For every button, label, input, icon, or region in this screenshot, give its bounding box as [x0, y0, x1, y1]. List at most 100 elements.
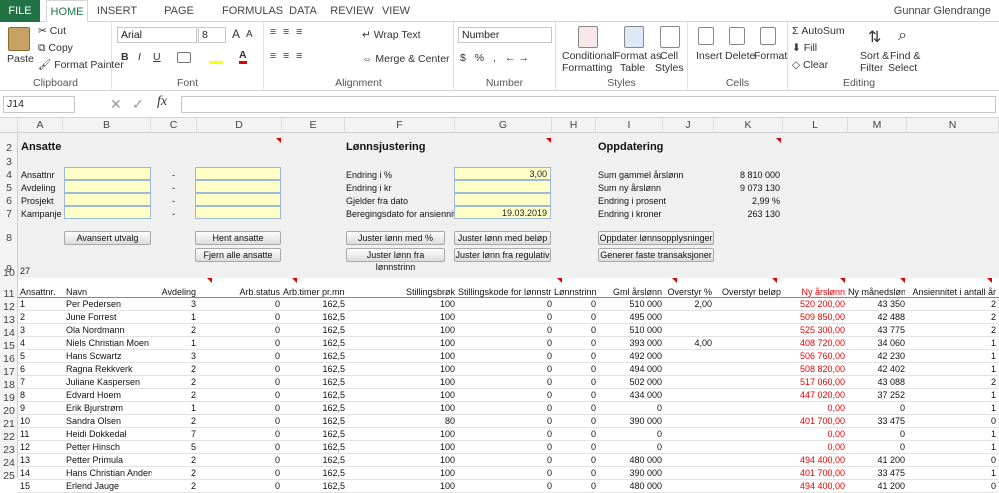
table-cell[interactable]: 2	[153, 364, 196, 374]
table-cell[interactable]: 162,5	[283, 390, 345, 400]
adjust-amount-button[interactable]: Juster lønn med beløp	[454, 231, 551, 245]
font-color-icon[interactable]: A	[239, 50, 247, 64]
sort-filter-button[interactable]: Sort &	[860, 50, 889, 62]
table-cell[interactable]: 447 020,00	[783, 390, 845, 400]
table-cell[interactable]: 506 760,00	[783, 351, 845, 361]
align-left-icons[interactable]: ≡ ≡ ≡	[270, 50, 304, 62]
table-cell[interactable]: 1	[153, 338, 196, 348]
kampanje-to-input[interactable]	[195, 206, 281, 219]
table-row[interactable]: 4 Niels Christian Moen 1 0 162,5 100 0 0 393 000…	[18, 337, 999, 350]
table-cell[interactable]: Erik Bjurstrøm	[66, 403, 152, 413]
column-header[interactable]: Ansiennitet i antall år	[908, 287, 996, 297]
col-header-c[interactable]: C	[151, 118, 197, 133]
table-cell[interactable]: 0	[198, 338, 280, 348]
table-cell[interactable]: 14	[20, 468, 62, 478]
table-cell[interactable]: 0	[554, 299, 596, 309]
table-cell[interactable]: 4	[20, 338, 62, 348]
insert-cells-icon[interactable]	[698, 27, 714, 45]
delete-cells-icon[interactable]	[729, 27, 745, 45]
table-cell[interactable]: 502 000	[598, 377, 662, 387]
column-header[interactable]: Arb.timer pr.mnd	[283, 287, 345, 297]
table-cell[interactable]: 0	[908, 455, 996, 465]
binoculars-icon[interactable]: ⌕	[898, 27, 907, 45]
clear-button[interactable]: ◇ Clear	[792, 59, 828, 71]
table-cell[interactable]: 434 000	[598, 390, 662, 400]
table-cell[interactable]: Heidi Dokkedal	[66, 429, 152, 439]
table-cell[interactable]: 2	[908, 299, 996, 309]
table-cell[interactable]: 1	[153, 312, 196, 322]
merge-center-button[interactable]: ⇔ Merge & Center	[362, 53, 450, 65]
tab-review[interactable]: REVIEW	[330, 0, 374, 22]
col-header-m[interactable]: M	[848, 118, 907, 133]
table-cell[interactable]: 162,5	[283, 481, 345, 491]
endring-kr-input[interactable]	[454, 180, 551, 193]
table-cell[interactable]: 37 252	[848, 390, 905, 400]
table-cell[interactable]: Ola Nordmann	[66, 325, 152, 335]
table-cell[interactable]: 0	[554, 325, 596, 335]
table-cell[interactable]: 0	[198, 351, 280, 361]
table-row[interactable]: 3 Ola Nordmann 2 0 162,5 100 0 0 510 000 525 300,…	[18, 324, 999, 337]
tab-data[interactable]: DATA	[285, 0, 321, 22]
column-header[interactable]: Gml årslønn	[598, 287, 662, 297]
table-cell[interactable]: 0	[458, 416, 552, 426]
table-cell[interactable]: 162,5	[283, 325, 345, 335]
ansattnr-from-input[interactable]	[64, 167, 151, 180]
table-row[interactable]: 13 Petter Primula 2 0 162,5 100 0 0 480 000 494 4…	[18, 454, 999, 467]
cut-button[interactable]: ✂ Cut	[38, 25, 66, 37]
table-cell[interactable]: 494 000	[598, 364, 662, 374]
table-cell[interactable]: 100	[348, 429, 455, 439]
cancel-icon[interactable]: ✕	[110, 96, 122, 113]
table-cell[interactable]: 0	[458, 390, 552, 400]
table-cell[interactable]: 162,5	[283, 312, 345, 322]
table-cell[interactable]: 494 400,00	[783, 481, 845, 491]
table-cell[interactable]: 0	[554, 377, 596, 387]
row-header[interactable]: 12	[0, 301, 18, 313]
table-cell[interactable]: 520 200,00	[783, 299, 845, 309]
row-header[interactable]: 3	[0, 156, 18, 168]
align-top-icons[interactable]: ≡ ≡ ≡	[270, 26, 304, 38]
table-cell[interactable]: 162,5	[283, 364, 345, 374]
adjust-pct-button[interactable]: Juster lønn med %	[346, 231, 445, 245]
table-cell[interactable]: 0	[598, 429, 662, 439]
table-cell[interactable]: 1	[908, 442, 996, 452]
row-header[interactable]: 23	[0, 444, 18, 456]
row-header[interactable]: 17	[0, 366, 18, 378]
table-cell[interactable]: 12	[20, 442, 62, 452]
table-row[interactable]: 11 Heidi Dokkedal 7 0 162,5 100 0 0 0 0,00 0 1	[18, 428, 999, 441]
table-cell[interactable]: 2	[153, 390, 196, 400]
table-cell[interactable]: Petter Hinsch	[66, 442, 152, 452]
table-cell[interactable]: 492 000	[598, 351, 662, 361]
column-header[interactable]: Ny månedslønn	[848, 287, 905, 297]
table-cell[interactable]: 42 402	[848, 364, 905, 374]
avdeling-from-input[interactable]	[64, 180, 151, 193]
row-header[interactable]: 2	[0, 142, 18, 154]
row-header[interactable]: 24	[0, 457, 18, 469]
table-cell[interactable]: 0	[198, 481, 280, 491]
adjust-step-button[interactable]: Juster lønn fra lønnstrinn	[346, 248, 445, 272]
conditional-formatting-button[interactable]: Conditional	[562, 50, 615, 62]
bold-button[interactable]: B	[121, 51, 129, 63]
table-cell[interactable]: 0	[198, 325, 280, 335]
table-cell[interactable]: 0	[198, 403, 280, 413]
table-cell[interactable]: 162,5	[283, 351, 345, 361]
table-row[interactable]: 9 Erik Bjurstrøm 1 0 162,5 100 0 0 0 0,00 0 1	[18, 402, 999, 415]
table-cell[interactable]: 100	[348, 325, 455, 335]
table-cell[interactable]: 34 060	[848, 338, 905, 348]
table-cell[interactable]: 100	[348, 390, 455, 400]
row-header[interactable]: 8	[0, 232, 18, 244]
row-header[interactable]: 18	[0, 379, 18, 391]
col-header-j[interactable]: J	[663, 118, 714, 133]
insert-button[interactable]: Insert	[696, 50, 722, 62]
conditional-formatting-icon[interactable]	[578, 26, 598, 48]
table-row[interactable]: 1 Per Pedersen 3 0 162,5 100 0 0 510 000 2,00 520 …	[18, 298, 999, 311]
column-header[interactable]: Avdeling	[153, 287, 196, 297]
table-cell[interactable]: 9	[20, 403, 62, 413]
table-cell[interactable]: 100	[348, 455, 455, 465]
table-cell[interactable]: 100	[348, 403, 455, 413]
table-row[interactable]: 12 Petter Hinsch 5 0 162,5 100 0 0 0 0,00 0 1	[18, 441, 999, 454]
table-cell[interactable]: Erlend Jauge	[66, 481, 152, 491]
table-cell[interactable]: 0	[458, 364, 552, 374]
table-cell[interactable]: 390 000	[598, 416, 662, 426]
table-cell[interactable]: 7	[20, 377, 62, 387]
col-header-l[interactable]: L	[783, 118, 848, 133]
